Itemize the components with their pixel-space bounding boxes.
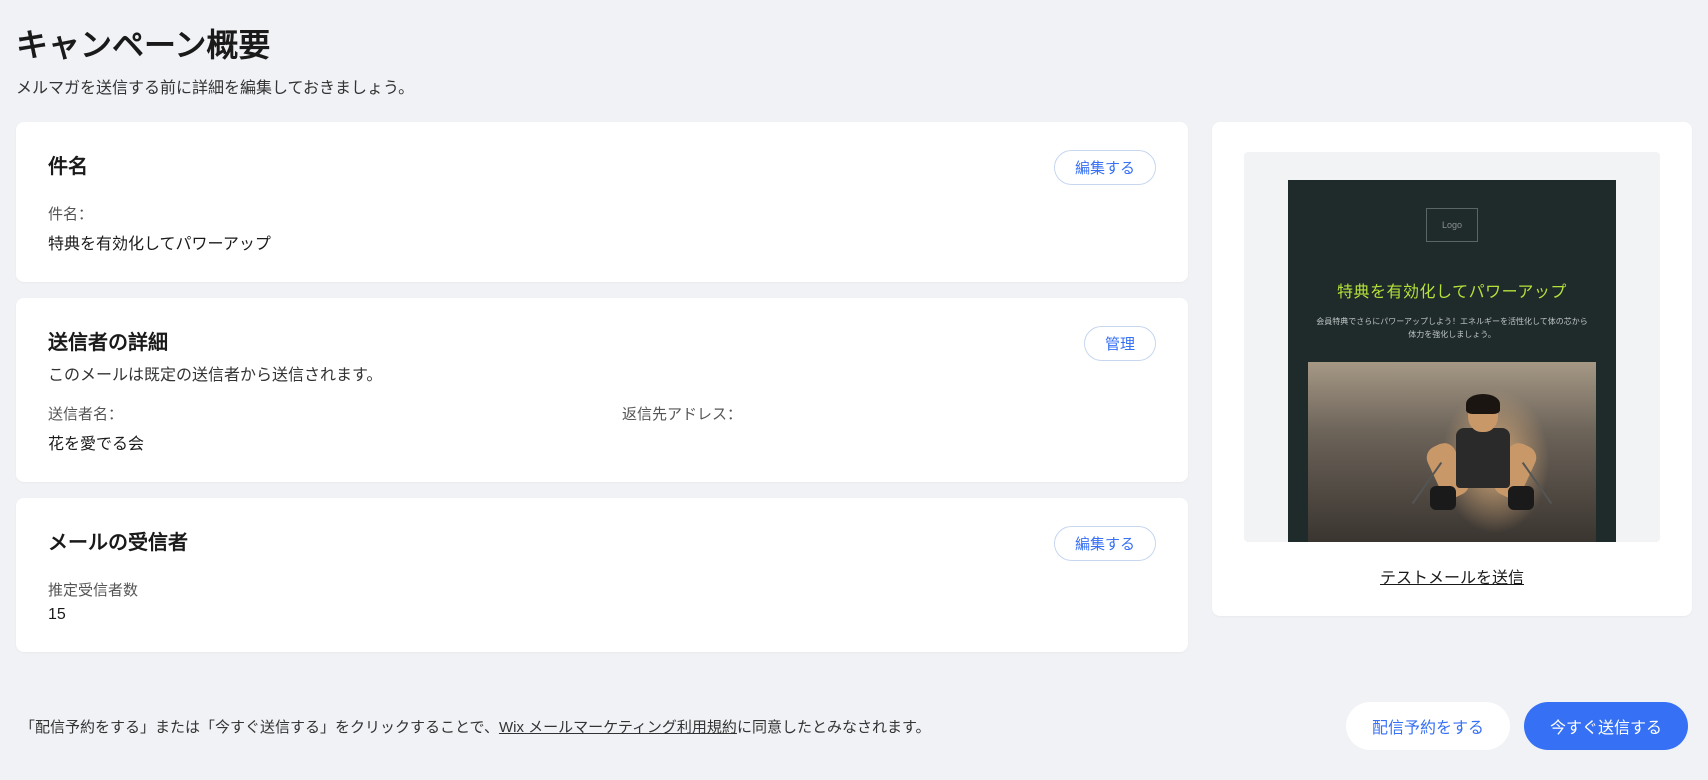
recipients-edit-button[interactable]: 編集する bbox=[1054, 526, 1156, 561]
recipients-card: メールの受信者 編集する 推定受信者数 15 bbox=[16, 498, 1188, 652]
subject-card-title: 件名 bbox=[48, 150, 1054, 179]
subject-field-value: 特典を有効化してパワーアップ bbox=[48, 230, 1156, 254]
email-preview: Logo 特典を有効化してパワーアップ 会員特典でさらにパワーアップしよう！エネ… bbox=[1288, 180, 1616, 542]
sender-name-label: 送信者名： bbox=[48, 403, 582, 424]
sender-name-value: 花を愛でる会 bbox=[48, 430, 582, 454]
content-wrapper: 件名 編集する 件名： 特典を有効化してパワーアップ 送信者の詳細 このメールは… bbox=[16, 122, 1692, 652]
page-title: キャンペーン概要 bbox=[16, 20, 1692, 66]
email-logo-placeholder: Logo bbox=[1426, 208, 1478, 242]
footer-disclaimer-post: に同意したとみなされます。 bbox=[737, 719, 931, 736]
email-preview-title: 特典を有効化してパワーアップ bbox=[1337, 278, 1567, 302]
footer-bar: 「配信予約をする」または「今すぐ送信する」をクリックすることで、Wix メールマ… bbox=[0, 682, 1708, 780]
recipients-count-value: 15 bbox=[48, 606, 1156, 624]
preview-column: Logo 特典を有効化してパワーアップ 会員特典でさらにパワーアップしよう！エネ… bbox=[1212, 122, 1692, 616]
send-test-email-link[interactable]: テストメールを送信 bbox=[1380, 570, 1524, 587]
sender-manage-button[interactable]: 管理 bbox=[1084, 326, 1156, 361]
send-now-button[interactable]: 今すぐ送信する bbox=[1524, 702, 1688, 750]
reply-to-label: 返信先アドレス： bbox=[622, 403, 1156, 424]
recipients-count-label: 推定受信者数 bbox=[48, 579, 1156, 600]
preview-card: Logo 特典を有効化してパワーアップ 会員特典でさらにパワーアップしよう！エネ… bbox=[1212, 122, 1692, 616]
terms-link[interactable]: Wix メールマーケティング利用規約 bbox=[499, 719, 737, 736]
sender-card-title: 送信者の詳細 bbox=[48, 326, 1084, 355]
recipients-card-title: メールの受信者 bbox=[48, 526, 1054, 555]
footer-disclaimer-pre: 「配信予約をする」または「今すぐ送信する」をクリックすることで、 bbox=[20, 719, 499, 736]
email-preview-image bbox=[1308, 362, 1596, 542]
page-header: キャンペーン概要 メルマガを送信する前に詳細を編集しておきましょう。 bbox=[16, 20, 1692, 98]
main-column: 件名 編集する 件名： 特典を有効化してパワーアップ 送信者の詳細 このメールは… bbox=[16, 122, 1188, 652]
page-subtitle: メルマガを送信する前に詳細を編集しておきましょう。 bbox=[16, 74, 1692, 98]
footer-actions: 配信予約をする 今すぐ送信する bbox=[1346, 702, 1688, 750]
subject-field-label: 件名： bbox=[48, 203, 1156, 224]
footer-disclaimer: 「配信予約をする」または「今すぐ送信する」をクリックすることで、Wix メールマ… bbox=[20, 716, 930, 737]
sender-card-subtitle: このメールは既定の送信者から送信されます。 bbox=[48, 361, 1084, 385]
sender-card: 送信者の詳細 このメールは既定の送信者から送信されます。 管理 送信者名： 花を… bbox=[16, 298, 1188, 482]
schedule-button[interactable]: 配信予約をする bbox=[1346, 702, 1510, 750]
email-preview-description: 会員特典でさらにパワーアップしよう！エネルギーを活性化して体の芯から体力を強化し… bbox=[1308, 316, 1596, 342]
preview-frame: Logo 特典を有効化してパワーアップ 会員特典でさらにパワーアップしよう！エネ… bbox=[1244, 152, 1660, 542]
subject-edit-button[interactable]: 編集する bbox=[1054, 150, 1156, 185]
subject-card: 件名 編集する 件名： 特典を有効化してパワーアップ bbox=[16, 122, 1188, 282]
